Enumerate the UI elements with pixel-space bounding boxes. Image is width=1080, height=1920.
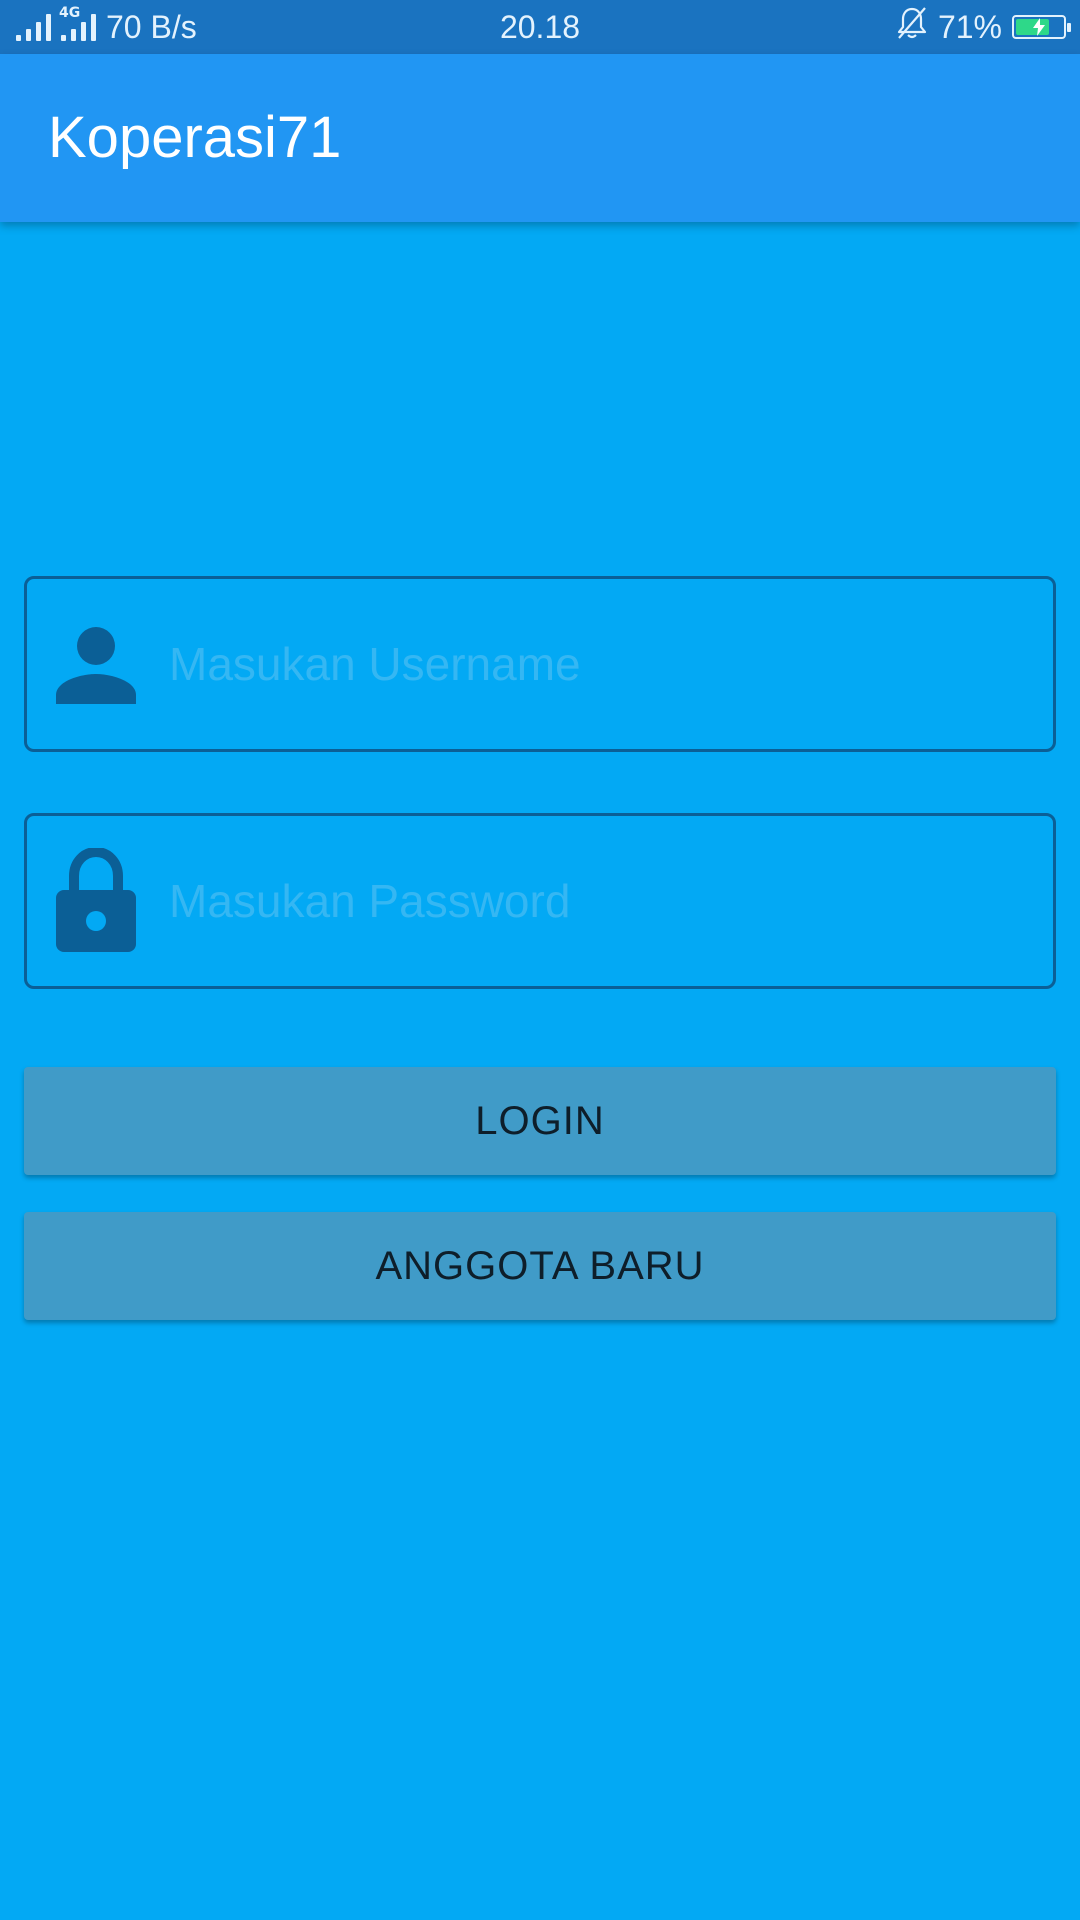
charging-bolt-icon <box>1014 17 1064 37</box>
battery-charging-icon <box>1012 15 1071 39</box>
signal-icon <box>16 13 51 41</box>
bell-off-icon <box>896 6 928 48</box>
app-title: Koperasi71 <box>48 105 342 170</box>
screen: 4G 70 B/s 20.18 71% Koperasi71 Masukan U… <box>0 0 1080 1920</box>
login-button[interactable]: LOGIN <box>24 1067 1056 1175</box>
user-icon <box>55 623 137 705</box>
username-field[interactable] <box>24 576 1056 752</box>
network-type-label: 4G <box>59 5 81 21</box>
network-speed: 70 B/s <box>106 9 197 45</box>
app-bar: Koperasi71 <box>0 54 1080 222</box>
battery-percent: 71% <box>937 8 1002 45</box>
password-input[interactable] <box>169 816 1053 986</box>
status-bar: 4G 70 B/s 20.18 71% <box>0 0 1080 54</box>
username-input[interactable] <box>169 579 1053 749</box>
status-right: 71% <box>896 0 1071 54</box>
status-left: 4G 70 B/s <box>16 0 197 54</box>
lock-icon <box>55 848 137 952</box>
new-member-button[interactable]: ANGGOTA BARU <box>24 1212 1056 1320</box>
password-field[interactable] <box>24 813 1056 989</box>
signal-4g-icon: 4G <box>59 5 96 41</box>
